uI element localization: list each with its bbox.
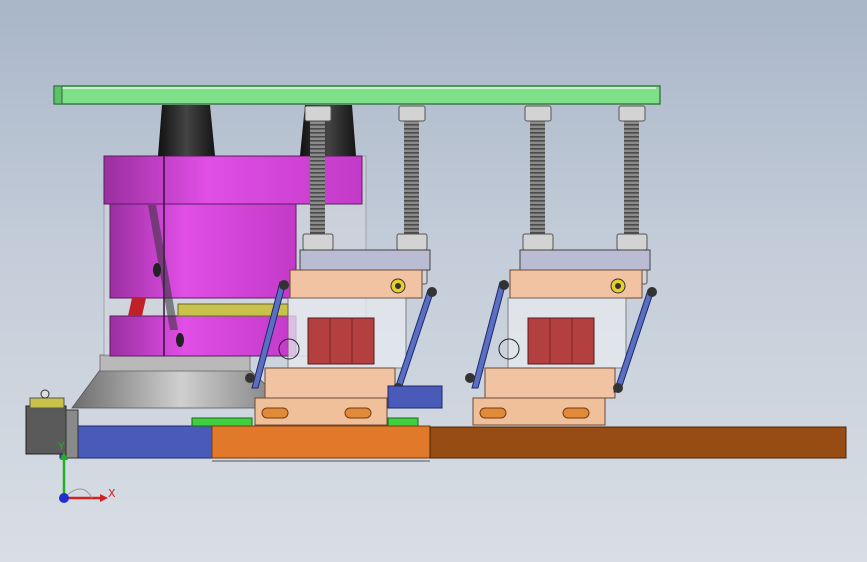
cad-viewport[interactable]: X Y: [0, 0, 867, 562]
axis-triad: X Y: [57, 440, 116, 503]
top-plate[interactable]: [53, 85, 661, 105]
z-axis-dot: [59, 493, 69, 503]
y-axis-label: Y: [57, 440, 65, 453]
x-axis-label: X: [108, 487, 116, 500]
clamp-unit-right[interactable]: [465, 249, 657, 426]
x-axis-head: [100, 494, 108, 502]
assembly-model[interactable]: [0, 0, 867, 562]
base-plate[interactable]: [211, 425, 847, 462]
y-axis-head: [60, 452, 68, 460]
